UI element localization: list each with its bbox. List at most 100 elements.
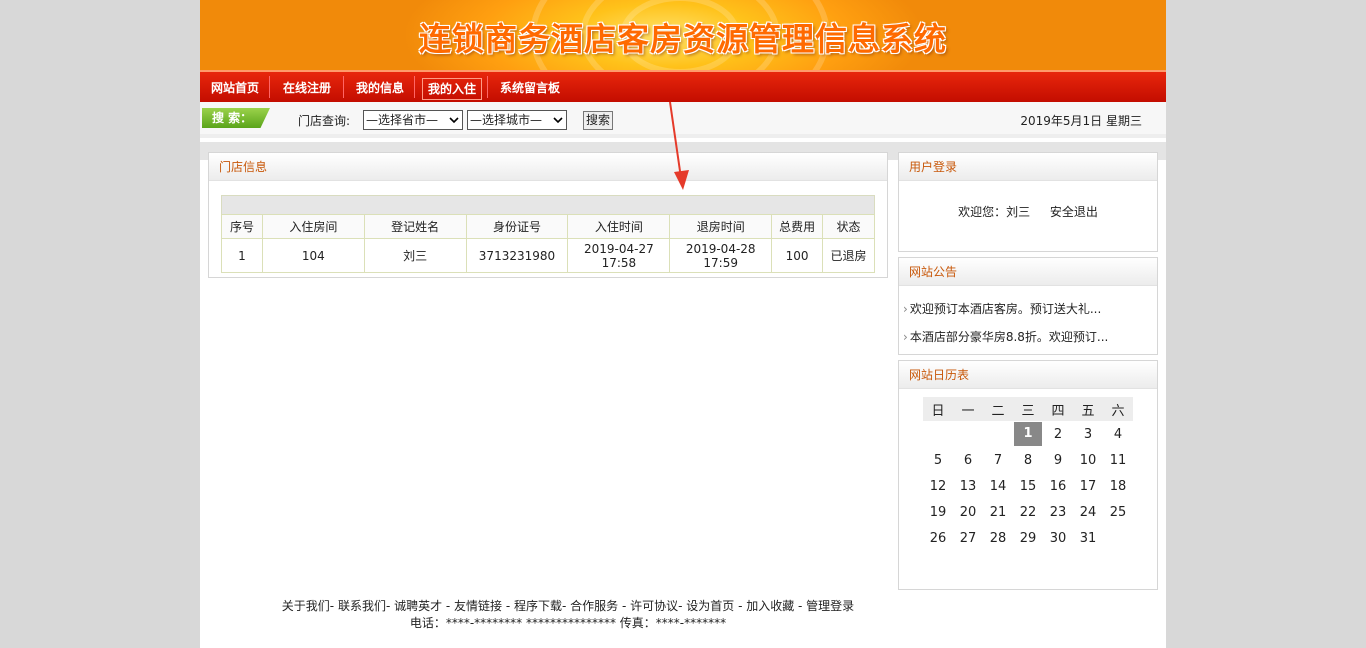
chevron-down-icon bbox=[553, 117, 563, 124]
calendar-day bbox=[923, 421, 953, 447]
calendar-day-today[interactable]: 1 bbox=[1013, 421, 1043, 447]
calendar-day[interactable]: 16 bbox=[1043, 473, 1073, 499]
calendar-day[interactable]: 14 bbox=[983, 473, 1013, 499]
calendar-day[interactable]: 23 bbox=[1043, 499, 1073, 525]
store-info-panel: 门店信息 序号 入住房间 登记姓名 身份证号 入住时间 退房时间 总费用 状态 … bbox=[208, 152, 888, 278]
calendar-day[interactable]: 7 bbox=[983, 447, 1013, 473]
cell-checkin-time: 2019-04-27 17:58 bbox=[567, 238, 671, 273]
calendar-day[interactable]: 18 bbox=[1103, 473, 1133, 499]
calendar-day[interactable]: 13 bbox=[953, 473, 983, 499]
cell-name: 刘三 bbox=[363, 238, 467, 273]
nav-message-board[interactable]: 系统留言板 bbox=[495, 78, 565, 100]
calendar-day[interactable]: 5 bbox=[923, 447, 953, 473]
col-header: 序号 bbox=[221, 214, 263, 239]
calendar-day[interactable]: 10 bbox=[1073, 447, 1103, 473]
store-info-title: 门店信息 bbox=[209, 153, 887, 181]
site-calendar-title: 网站日历表 bbox=[899, 361, 1157, 389]
calendar-weekday-row: 日 一 二 三 四 五 六 bbox=[923, 397, 1133, 421]
weekday-label: 五 bbox=[1073, 397, 1103, 421]
logout-link[interactable]: 安全退出 bbox=[1050, 205, 1098, 219]
weekday-label: 六 bbox=[1103, 397, 1133, 421]
calendar-day bbox=[1103, 525, 1133, 551]
nav-my-info[interactable]: 我的信息 bbox=[351, 78, 409, 100]
site-banner: 连锁商务酒店客房资源管理信息系统 bbox=[200, 0, 1166, 70]
welcome-area: 欢迎您：刘三 安全退出 bbox=[899, 203, 1157, 220]
user-login-title: 用户登录 bbox=[899, 153, 1157, 181]
calendar-day[interactable]: 11 bbox=[1103, 447, 1133, 473]
site-notice-panel: 网站公告 › 欢迎预订本酒店客房。预订送大礼... › 本酒店部分豪华房8.8折。欢… bbox=[898, 257, 1158, 355]
footer-contact: 电话：****-******** *************** 传真：****… bbox=[409, 616, 727, 630]
search-tag: 搜 索： bbox=[202, 108, 270, 128]
welcome-text: 欢迎您：刘三 bbox=[958, 205, 1031, 219]
user-login-panel: 用户登录 欢迎您：刘三 安全退出 bbox=[898, 152, 1158, 252]
weekday-label: 二 bbox=[983, 397, 1013, 421]
calendar-day[interactable]: 26 bbox=[923, 525, 953, 551]
calendar-grid: 日 一 二 三 四 五 六 1 2 3 4 5 6 7 8 9 10 11 12… bbox=[923, 397, 1133, 551]
notice-item[interactable]: › 本酒店部分豪华房8.8折。欢迎预订... bbox=[903, 328, 1108, 345]
table-row: 1 104 刘三 3713231980 2019-04-27 17:58 201… bbox=[221, 238, 875, 273]
cell-no: 1 bbox=[221, 238, 263, 273]
calendar-day[interactable]: 15 bbox=[1013, 473, 1043, 499]
calendar-day[interactable]: 28 bbox=[983, 525, 1013, 551]
weekday-label: 四 bbox=[1043, 397, 1073, 421]
search-button[interactable]: 搜索 bbox=[583, 111, 613, 130]
calendar-day[interactable]: 25 bbox=[1103, 499, 1133, 525]
calendar-day[interactable]: 4 bbox=[1103, 421, 1133, 447]
calendar-day[interactable]: 9 bbox=[1043, 447, 1073, 473]
calendar-week: 26 27 28 29 30 31 bbox=[923, 525, 1133, 551]
table-header-row: 序号 入住房间 登记姓名 身份证号 入住时间 退房时间 总费用 状态 bbox=[221, 214, 875, 239]
calendar-day bbox=[983, 421, 1013, 447]
calendar-day[interactable]: 19 bbox=[923, 499, 953, 525]
calendar-day[interactable]: 12 bbox=[923, 473, 953, 499]
annotation-arrow-icon bbox=[669, 101, 689, 190]
calendar-day[interactable]: 8 bbox=[1013, 447, 1043, 473]
calendar-week: 19 20 21 22 23 24 25 bbox=[923, 499, 1133, 525]
col-header: 状态 bbox=[822, 214, 875, 239]
calendar-day[interactable]: 29 bbox=[1013, 525, 1043, 551]
cell-status: 已退房 bbox=[822, 238, 875, 273]
bullet-icon: › bbox=[903, 302, 908, 316]
province-select[interactable]: —选择省市— bbox=[363, 110, 463, 130]
bullet-icon: › bbox=[903, 330, 908, 344]
calendar-day[interactable]: 6 bbox=[953, 447, 983, 473]
notice-item[interactable]: › 欢迎预订本酒店客房。预订送大礼... bbox=[903, 300, 1101, 317]
calendar-day[interactable]: 17 bbox=[1073, 473, 1103, 499]
cell-fee: 100 bbox=[771, 238, 824, 273]
calendar-day[interactable]: 27 bbox=[953, 525, 983, 551]
nav-register[interactable]: 在线注册 bbox=[278, 78, 336, 100]
col-header: 身份证号 bbox=[465, 214, 569, 239]
cell-id-number: 3713231980 bbox=[465, 238, 569, 273]
calendar-day[interactable]: 3 bbox=[1073, 421, 1103, 447]
main-nav: 网站首页 在线注册 我的信息 我的入住 系统留言板 bbox=[200, 70, 1166, 102]
calendar-day[interactable]: 22 bbox=[1013, 499, 1043, 525]
calendar-day[interactable]: 30 bbox=[1043, 525, 1073, 551]
site-notice-title: 网站公告 bbox=[899, 258, 1157, 286]
calendar-day[interactable]: 21 bbox=[983, 499, 1013, 525]
nav-home[interactable]: 网站首页 bbox=[206, 78, 264, 100]
page: 连锁商务酒店客房资源管理信息系统 网站首页 在线注册 我的信息 我的入住 系统留… bbox=[200, 0, 1166, 648]
calendar-week: 12 13 14 15 16 17 18 bbox=[923, 473, 1133, 499]
col-header: 登记姓名 bbox=[363, 214, 467, 239]
checkin-table: 序号 入住房间 登记姓名 身份证号 入住时间 退房时间 总费用 状态 1 104… bbox=[221, 214, 875, 273]
calendar-day[interactable]: 24 bbox=[1073, 499, 1103, 525]
cell-room: 104 bbox=[261, 238, 365, 273]
weekday-label: 三 bbox=[1013, 397, 1043, 421]
current-date: 2019年5月1日 星期三 bbox=[1020, 114, 1142, 128]
col-header: 退房时间 bbox=[669, 214, 773, 239]
col-header: 入住房间 bbox=[261, 214, 365, 239]
weekday-label: 日 bbox=[923, 397, 953, 421]
cell-checkout-time: 2019-04-28 17:59 bbox=[669, 238, 773, 273]
city-select[interactable]: —选择城市— bbox=[467, 110, 567, 130]
calendar-week: 1 2 3 4 bbox=[923, 421, 1133, 447]
calendar-day[interactable]: 31 bbox=[1073, 525, 1103, 551]
table-caption-band bbox=[221, 195, 875, 215]
site-footer: 关于我们- 联系我们- 诚聘英才 - 友情链接 - 程序下载- 合作服务 - 许… bbox=[200, 598, 936, 632]
chevron-down-icon bbox=[449, 117, 459, 124]
calendar-day[interactable]: 20 bbox=[953, 499, 983, 525]
site-calendar-panel: 网站日历表 日 一 二 三 四 五 六 1 2 3 4 5 6 7 8 9 10… bbox=[898, 360, 1158, 590]
calendar-day[interactable]: 2 bbox=[1043, 421, 1073, 447]
nav-my-checkin[interactable]: 我的入住 bbox=[422, 78, 483, 100]
col-header: 入住时间 bbox=[567, 214, 671, 239]
calendar-day bbox=[953, 421, 983, 447]
footer-links[interactable]: 关于我们- 联系我们- 诚聘英才 - 友情链接 - 程序下载- 合作服务 - 许… bbox=[200, 598, 936, 615]
